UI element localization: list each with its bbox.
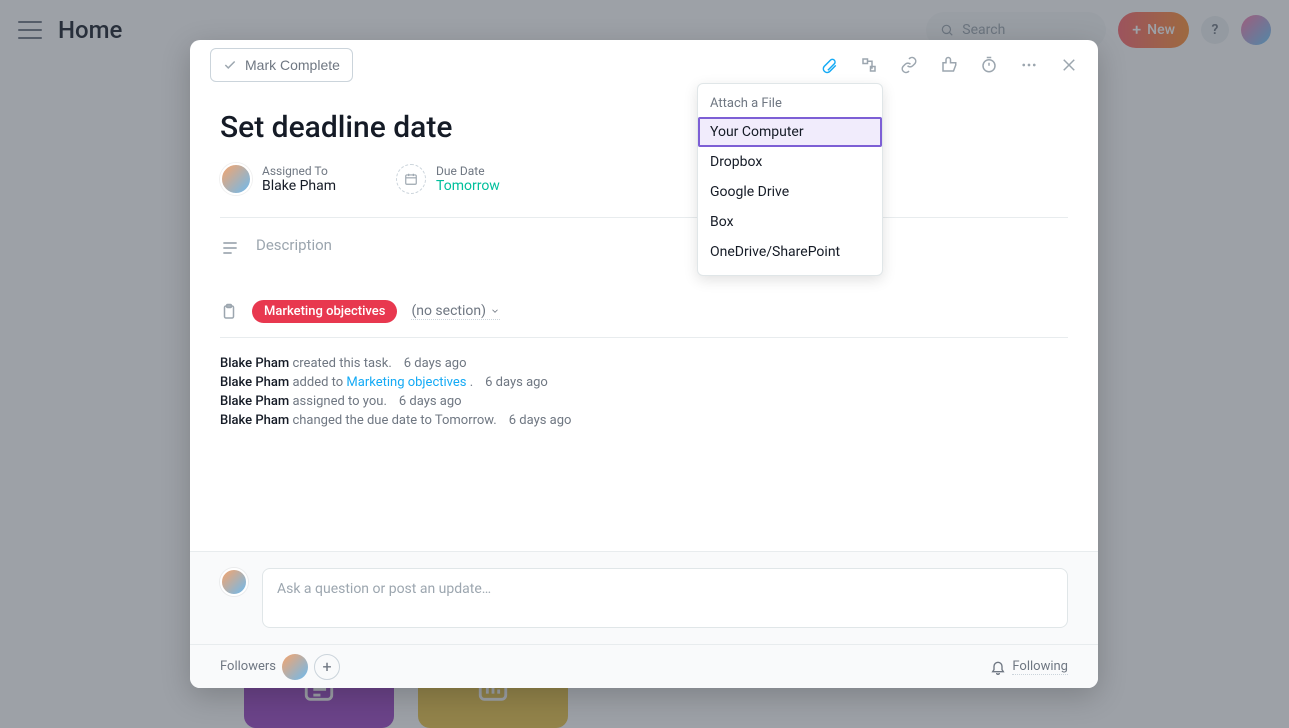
clipboard-icon xyxy=(220,303,238,321)
activity-log: Blake Pham created this task.6 days ago B… xyxy=(220,356,1068,428)
section-selector[interactable]: (no section) xyxy=(411,303,500,320)
divider xyxy=(220,337,1068,338)
description-row[interactable]: Description xyxy=(220,236,1068,290)
section-label: (no section) xyxy=(411,303,486,319)
assignee-avatar xyxy=(220,163,252,195)
add-follower-button[interactable]: + xyxy=(314,654,340,680)
due-date-value: Tomorrow xyxy=(436,178,500,194)
link-icon[interactable] xyxy=(900,56,918,74)
dropdown-item[interactable]: Box xyxy=(698,207,882,237)
comment-input[interactable]: Ask a question or post an update… xyxy=(262,568,1068,628)
attach-dropdown: Attach a File Your ComputerDropboxGoogle… xyxy=(697,83,883,276)
dropdown-item[interactable]: Your Computer xyxy=(698,117,882,147)
meta-row: Assigned To Blake Pham Due Date Tomorrow xyxy=(220,163,1068,195)
bell-icon xyxy=(990,659,1006,675)
chevron-down-icon xyxy=(490,306,500,316)
followers-label: Followers xyxy=(220,659,276,674)
activity-item: Blake Pham changed the due date to Tomor… xyxy=(220,413,1068,428)
comment-avatar xyxy=(220,568,248,596)
dropdown-item[interactable]: OneDrive/SharePoint xyxy=(698,237,882,267)
due-date-block[interactable]: Due Date Tomorrow xyxy=(396,163,500,195)
dropdown-header: Attach a File xyxy=(698,92,882,117)
subtask-icon[interactable] xyxy=(860,56,878,74)
assignee-name: Blake Pham xyxy=(262,178,336,194)
task-modal: Mark Complete xyxy=(190,40,1098,688)
dropdown-item[interactable]: Dropbox xyxy=(698,147,882,177)
activity-item: Blake Pham assigned to you.6 days ago xyxy=(220,394,1068,409)
mark-complete-button[interactable]: Mark Complete xyxy=(210,48,353,82)
modal-body: Set deadline date Assigned To Blake Pham… xyxy=(190,90,1098,551)
description-icon xyxy=(220,238,240,258)
attach-icon[interactable] xyxy=(820,56,838,74)
following-toggle[interactable]: Following xyxy=(1012,659,1068,675)
task-title[interactable]: Set deadline date xyxy=(220,110,1068,145)
comment-placeholder: Ask a question or post an update… xyxy=(277,581,491,597)
close-icon[interactable] xyxy=(1060,56,1078,74)
assigned-to-label: Assigned To xyxy=(262,164,336,178)
divider xyxy=(220,217,1068,218)
follower-avatar[interactable] xyxy=(282,654,308,680)
modal-footer: Followers + Following xyxy=(190,644,1098,688)
comment-area: Ask a question or post an update… xyxy=(190,551,1098,644)
project-row: Marketing objectives (no section) xyxy=(220,300,1068,323)
assignee-block[interactable]: Assigned To Blake Pham xyxy=(220,163,336,195)
activity-item: Blake Pham added to Marketing objectives… xyxy=(220,375,1068,390)
like-icon[interactable] xyxy=(940,56,958,74)
check-icon xyxy=(223,58,237,72)
activity-item: Blake Pham created this task.6 days ago xyxy=(220,356,1068,371)
due-date-label: Due Date xyxy=(436,164,500,178)
mark-complete-label: Mark Complete xyxy=(245,57,340,73)
more-icon[interactable] xyxy=(1020,56,1038,74)
project-tag[interactable]: Marketing objectives xyxy=(252,300,397,323)
modal-header: Mark Complete xyxy=(190,40,1098,90)
header-icon-row xyxy=(820,56,1078,74)
description-placeholder: Description xyxy=(256,236,332,254)
calendar-icon xyxy=(396,164,426,194)
dropdown-item[interactable]: Google Drive xyxy=(698,177,882,207)
timer-icon[interactable] xyxy=(980,56,998,74)
